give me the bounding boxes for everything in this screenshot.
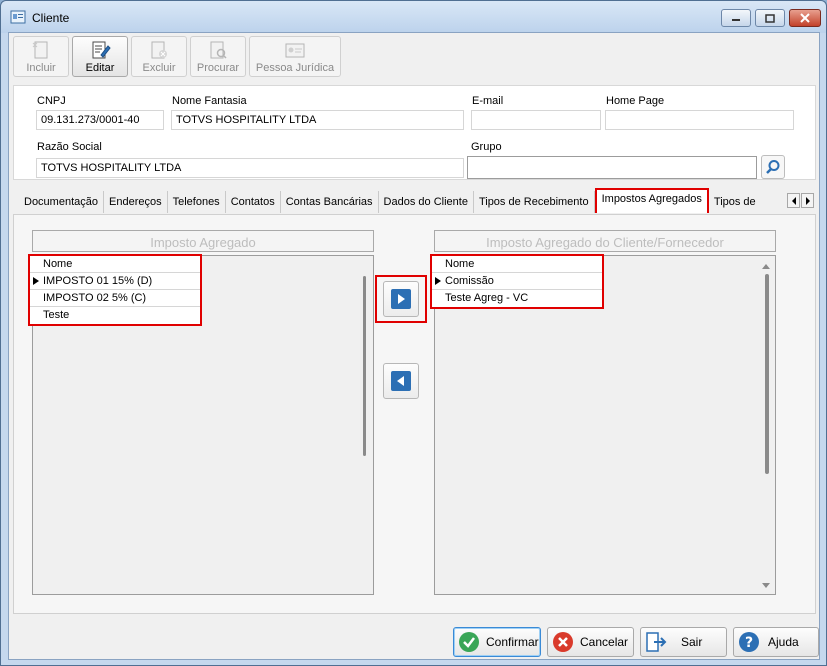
right-row-label: Teste Agreg - VC: [445, 292, 529, 304]
left-panel-header: Imposto Agregado: [32, 230, 374, 252]
window-title: Cliente: [32, 11, 70, 25]
pessoa-juridica-label: Pessoa Jurídica: [255, 62, 335, 74]
tab-telefones[interactable]: Telefones: [168, 191, 226, 213]
razao-social-label: Razão Social: [37, 141, 102, 153]
tab-enderecos[interactable]: Endereços: [104, 191, 168, 213]
client-form-panel: CNPJ 09.131.273/0001-40 Nome Fantasia TO…: [13, 85, 816, 180]
sair-button[interactable]: Sair: [640, 627, 727, 657]
confirmar-button[interactable]: Confirmar: [453, 627, 541, 657]
svg-text:?: ?: [745, 635, 753, 651]
tab-documentacao[interactable]: Documentação: [19, 191, 104, 213]
ajuda-button[interactable]: ? Ajuda: [733, 627, 819, 657]
left-row-label: IMPOSTO 01 15% (D): [43, 275, 153, 287]
table-row[interactable]: Teste: [30, 307, 200, 324]
excluir-button[interactable]: Excluir: [131, 36, 187, 77]
maximize-button[interactable]: [755, 9, 785, 27]
toolbar: Incluir Editar Excluir Procurar Pessoa J…: [13, 36, 341, 78]
tab-dados-do-cliente[interactable]: Dados do Cliente: [379, 191, 474, 213]
search-icon: [766, 160, 780, 174]
close-button[interactable]: [789, 9, 821, 27]
tab-tipos-de-recebimento[interactable]: Tipos de Recebimento: [474, 191, 595, 213]
left-scrollbar[interactable]: [363, 276, 366, 456]
procurar-button[interactable]: Procurar: [190, 36, 246, 77]
search-document-icon: [210, 41, 227, 59]
right-grid: Nome Comissão Teste Agreg - VC: [430, 254, 604, 309]
cancelar-label: Cancelar: [580, 635, 629, 649]
delete-document-icon: [151, 41, 167, 59]
cnpj-field[interactable]: 09.131.273/0001-40: [36, 110, 164, 130]
maximize-icon: [765, 13, 775, 23]
nome-fantasia-field[interactable]: TOTVS HOSPITALITY LTDA: [171, 110, 464, 130]
add-imposto-button[interactable]: [383, 281, 419, 317]
left-row-label: IMPOSTO 02 5% (C): [43, 292, 147, 304]
nome-fantasia-label: Nome Fantasia: [172, 95, 247, 107]
client-window: Cliente Incluir Editar Excluir Procurar …: [0, 0, 827, 666]
cancel-icon: [553, 632, 573, 652]
excluir-label: Excluir: [142, 62, 176, 74]
id-card-icon: [285, 43, 305, 58]
editar-button[interactable]: Editar: [72, 36, 128, 77]
current-row-marker: [33, 277, 39, 285]
title-bar: Cliente: [1, 1, 826, 33]
tab-impostos-agregados[interactable]: Impostos Agregados: [594, 188, 709, 213]
right-scrollbar[interactable]: [765, 274, 769, 474]
right-grid-header: Nome: [432, 256, 602, 273]
sair-label: Sair: [681, 635, 703, 649]
tab-contatos[interactable]: Contatos: [226, 191, 281, 213]
right-row-label: Comissão: [445, 275, 494, 287]
arrow-left-icon: [391, 371, 411, 391]
cnpj-label: CNPJ: [37, 95, 66, 107]
new-document-icon: [32, 41, 48, 59]
help-icon: ?: [739, 632, 759, 652]
app-icon: [10, 10, 26, 24]
scroll-up-icon[interactable]: [761, 262, 771, 270]
grupo-field[interactable]: [467, 156, 757, 179]
email-field[interactable]: [471, 110, 601, 130]
confirmar-label: Confirmar: [486, 635, 539, 649]
cancelar-button[interactable]: Cancelar: [547, 627, 634, 657]
current-row-marker: [435, 277, 441, 285]
incluir-label: Incluir: [26, 62, 56, 74]
ajuda-label: Ajuda: [768, 635, 799, 649]
table-row[interactable]: Comissão: [432, 273, 602, 290]
grupo-label: Grupo: [471, 141, 502, 153]
check-icon: [459, 632, 479, 652]
incluir-button[interactable]: Incluir: [13, 36, 69, 77]
arrow-right-icon: [805, 196, 810, 205]
pessoa-juridica-button[interactable]: Pessoa Jurídica: [249, 36, 341, 77]
tab-tipos-de[interactable]: Tipos de: [709, 191, 757, 213]
editar-label: Editar: [85, 62, 115, 74]
remove-imposto-button[interactable]: [383, 363, 419, 399]
table-row[interactable]: Teste Agreg - VC: [432, 290, 602, 307]
left-grid-header: Nome: [30, 256, 200, 273]
arrow-right-icon: [391, 289, 411, 309]
minimize-icon: [732, 19, 740, 21]
procurar-label: Procurar: [196, 62, 240, 74]
right-panel-header: Imposto Agregado do Cliente/Fornecedor: [434, 230, 776, 252]
client-area: Incluir Editar Excluir Procurar Pessoa J…: [8, 32, 820, 660]
close-icon: [800, 13, 810, 23]
minimize-button[interactable]: [721, 9, 751, 27]
tab-scroll-right[interactable]: [801, 193, 814, 208]
email-label: E-mail: [472, 95, 504, 107]
impostos-agregados-page: Imposto Agregado Nome IMPOSTO 01 15% (D)…: [13, 214, 816, 614]
tab-scroll-left[interactable]: [787, 193, 800, 208]
edit-document-icon: [92, 41, 111, 59]
grupo-search-button[interactable]: [761, 155, 785, 179]
tab-contas-bancarias[interactable]: Contas Bancárias: [281, 191, 379, 213]
left-grid: Nome IMPOSTO 01 15% (D) IMPOSTO 02 5% (C…: [28, 254, 202, 326]
exit-icon: [646, 632, 667, 652]
razao-social-field[interactable]: TOTVS HOSPITALITY LTDA: [36, 158, 464, 178]
home-page-field[interactable]: [605, 110, 794, 130]
home-page-label: Home Page: [606, 95, 665, 107]
table-row[interactable]: IMPOSTO 01 15% (D): [30, 273, 200, 290]
table-row[interactable]: IMPOSTO 02 5% (C): [30, 290, 200, 307]
scroll-down-icon[interactable]: [761, 582, 771, 590]
left-row-label: Teste: [43, 309, 70, 321]
tab-strip: Documentação Endereços Telefones Contato…: [19, 188, 757, 213]
arrow-left-icon: [791, 196, 796, 205]
